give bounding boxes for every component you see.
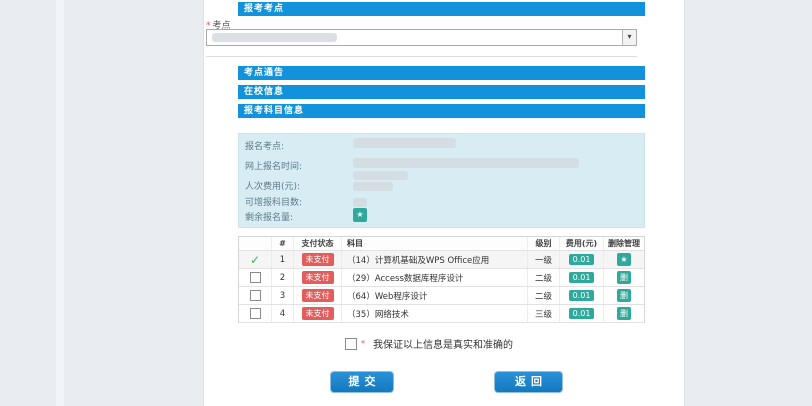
info-label-fee-per-person: 人次费用(元): bbox=[245, 179, 300, 192]
row-checkbox[interactable] bbox=[250, 290, 261, 301]
table-row: 2 未支付 （29）Access数据库程序设计 二级 0.01 删 bbox=[239, 269, 644, 287]
redacted-addable-subjects-value bbox=[353, 198, 367, 207]
redacted-registration-time-value2 bbox=[353, 171, 408, 180]
pay-status-badge: 未支付 bbox=[302, 271, 334, 284]
exam-site-select[interactable]: ▾ bbox=[206, 29, 637, 46]
table-row: ✓ 1 未支付 （14）计算机基础及WPS Office应用 一级 0.01 ★ bbox=[239, 251, 644, 269]
redacted-fee-value bbox=[353, 182, 393, 191]
table-row: 3 未支付 （64）Web程序设计 二级 0.01 删 bbox=[239, 287, 644, 305]
view-quota-icon[interactable]: ★ bbox=[353, 208, 367, 222]
row-checkbox[interactable] bbox=[250, 308, 261, 319]
subject-name: （35）网络技术 bbox=[341, 305, 527, 322]
header-pay-status: 支付状态 bbox=[293, 237, 341, 250]
subject-level: 一级 bbox=[527, 251, 559, 268]
info-label-exam-site: 报名考点: bbox=[245, 139, 284, 152]
registration-info-panel: 报名考点: 网上报名时间: 人次费用(元): 可增报科目数: 剩余报名量: ★ bbox=[238, 133, 645, 228]
submit-button[interactable]: 提交 bbox=[330, 371, 394, 393]
fee-badge: 0.01 bbox=[569, 254, 595, 265]
section-header-exam-site: 报考考点 bbox=[238, 2, 645, 16]
agreement-required-mark: * bbox=[361, 339, 365, 348]
redacted-select-value bbox=[212, 33, 337, 42]
section-bar-school-info[interactable]: 在校信息 bbox=[238, 85, 645, 99]
fee-badge: 0.01 bbox=[569, 272, 595, 283]
row-checkbox[interactable] bbox=[250, 272, 261, 283]
agreement-checkbox[interactable] bbox=[345, 338, 357, 350]
row-num: 1 bbox=[271, 251, 293, 268]
header-subject: 科目 bbox=[341, 237, 527, 250]
section-bar-subject-info[interactable]: 报考科目信息 bbox=[238, 104, 645, 118]
row-num: 2 bbox=[271, 269, 293, 286]
pay-status-badge: 未支付 bbox=[302, 289, 334, 302]
section-bar-notice-label: 考点通告 bbox=[244, 68, 284, 78]
back-button[interactable]: 返回 bbox=[494, 371, 563, 393]
delete-icon[interactable]: 删 bbox=[617, 307, 631, 320]
info-label-registration-time: 网上报名时间: bbox=[245, 159, 302, 172]
chevron-down-icon[interactable]: ▾ bbox=[622, 30, 636, 45]
header-delete: 删除管理 bbox=[603, 237, 644, 250]
redacted-registration-time-value bbox=[353, 158, 579, 168]
section-bar-school-info-label: 在校信息 bbox=[244, 87, 284, 97]
subject-name: （14）计算机基础及WPS Office应用 bbox=[341, 251, 527, 268]
fee-badge: 0.01 bbox=[569, 290, 595, 301]
delete-icon[interactable]: 删 bbox=[617, 271, 631, 284]
agreement-row: * 我保证以上信息是真实和准确的 bbox=[345, 336, 513, 351]
info-label-addable-subjects: 可增报科目数: bbox=[245, 195, 302, 208]
subject-level: 二级 bbox=[527, 269, 559, 286]
fee-badge: 0.01 bbox=[569, 308, 595, 319]
header-num: # bbox=[271, 237, 293, 250]
pay-status-badge: 未支付 bbox=[302, 307, 334, 320]
redacted-exam-site-value bbox=[353, 138, 456, 148]
subject-name: （29）Access数据库程序设计 bbox=[341, 269, 527, 286]
lock-icon[interactable]: ★ bbox=[617, 253, 631, 266]
info-label-remaining-quota: 剩余报名量: bbox=[245, 210, 293, 223]
check-icon: ✓ bbox=[250, 253, 260, 267]
row-num: 4 bbox=[271, 305, 293, 322]
header-fee: 费用(元) bbox=[559, 237, 603, 250]
section-bar-subject-info-label: 报考科目信息 bbox=[244, 106, 304, 116]
subject-level: 二级 bbox=[527, 287, 559, 304]
table-header-row: # 支付状态 科目 级别 费用(元) 删除管理 bbox=[239, 237, 644, 251]
header-level: 级别 bbox=[527, 237, 559, 250]
divider bbox=[206, 56, 637, 57]
page: 报考考点 *考点 ▾ 考点通告 在校信息 报考科目信息 报名考点: 网上报名时间… bbox=[0, 0, 812, 406]
section-bar-notice[interactable]: 考点通告 bbox=[238, 66, 645, 80]
table-row: 4 未支付 （35）网络技术 三级 0.01 删 bbox=[239, 305, 644, 323]
delete-icon[interactable]: 删 bbox=[617, 289, 631, 302]
subject-name: （64）Web程序设计 bbox=[341, 287, 527, 304]
row-num: 3 bbox=[271, 287, 293, 304]
agreement-text: 我保证以上信息是真实和准确的 bbox=[373, 336, 513, 351]
section-header-label: 报考考点 bbox=[244, 4, 284, 14]
subjects-table: # 支付状态 科目 级别 费用(元) 删除管理 ✓ 1 未支付 （14）计算机基… bbox=[238, 236, 645, 323]
left-gutter bbox=[56, 0, 64, 406]
subject-level: 三级 bbox=[527, 305, 559, 322]
header-select-col bbox=[239, 237, 271, 250]
pay-status-badge: 未支付 bbox=[302, 253, 334, 266]
